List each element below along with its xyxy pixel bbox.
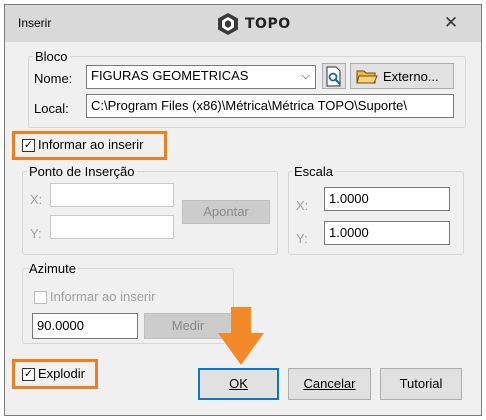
apontar-button[interactable]: Apontar [182, 200, 270, 224]
escala-x-field[interactable]: 1.0000 [324, 187, 450, 211]
informar-inserir-checkbox[interactable]: ✓ [22, 139, 35, 152]
folder-open-icon [356, 70, 378, 84]
ponto-insercao-label: Ponto de Inserção [27, 164, 137, 179]
azimute-informar-label[interactable]: Informar ao inserir [50, 289, 155, 304]
close-icon[interactable]: ✕ [440, 12, 462, 34]
escala-label: Escala [292, 164, 336, 179]
nome-label: Nome: [34, 71, 73, 86]
escala-y-field[interactable]: 1.0000 [324, 221, 450, 245]
logo-text: TOPO [245, 16, 291, 32]
azimute-informar-checkbox[interactable] [34, 291, 47, 304]
ponto-y-label: Y: [30, 226, 42, 241]
azimute-label: Azimute [27, 261, 78, 276]
nome-select-value: FIGURAS GEOMETRICAS [91, 68, 249, 83]
azimute-value-field[interactable]: 90.0000 [32, 313, 138, 339]
escala-y-label: Y: [296, 231, 308, 246]
app-logo: TOPO [216, 10, 356, 38]
escala-x-label: X: [296, 198, 309, 213]
externo-button[interactable]: Externo... [350, 63, 454, 89]
explodir-label[interactable]: Explodir [38, 366, 85, 381]
explodir-checkbox[interactable]: ✓ [22, 368, 35, 381]
ponto-x-label: X: [30, 192, 43, 207]
local-label: Local: [34, 101, 69, 116]
nome-select[interactable]: FIGURAS GEOMETRICAS ⌵ [86, 65, 316, 89]
local-field[interactable]: C:\Program Files (x86)\Métrica\Métrica T… [86, 94, 454, 118]
arrow-down-icon [218, 307, 264, 365]
ponto-x-field[interactable] [50, 183, 174, 207]
bloco-group-label: Bloco [33, 49, 70, 64]
cancelar-button-label: Cancelar [303, 376, 356, 391]
ok-button[interactable]: OK [198, 368, 279, 400]
search-block-button[interactable] [322, 63, 346, 89]
topo-logo-icon [218, 13, 238, 35]
informar-inserir-label[interactable]: Informar ao inserir [38, 137, 143, 152]
ok-button-label: OK [229, 376, 248, 391]
document-search-icon [326, 66, 341, 87]
ponto-y-field[interactable] [50, 215, 174, 239]
chevron-down-icon: ⌵ [301, 70, 310, 82]
externo-label: Externo... [383, 69, 439, 84]
window-title: Inserir [18, 16, 52, 30]
cancelar-button[interactable]: Cancelar [288, 368, 371, 400]
tutorial-button[interactable]: Tutorial [380, 368, 462, 400]
